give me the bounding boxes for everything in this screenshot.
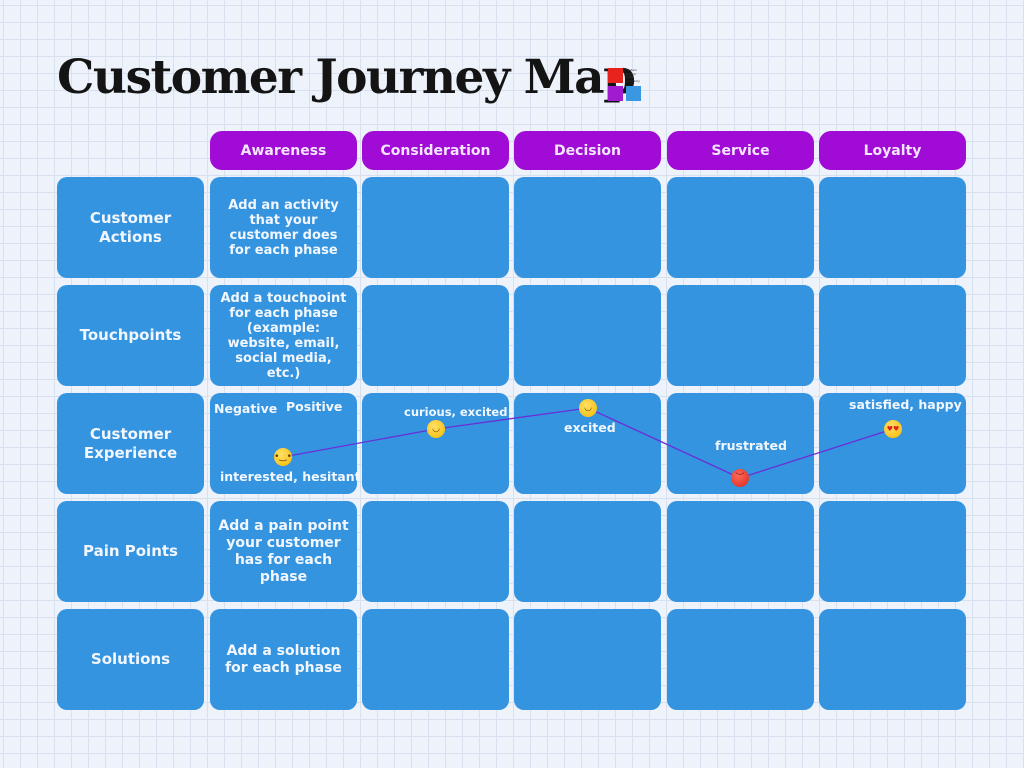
phase-header-decision[interactable]: Decision [514,131,661,170]
cell-actions-decision[interactable] [514,177,661,278]
emotion-label-awareness: interested, hesitant [220,469,361,484]
phase-header-awareness[interactable]: Awareness [210,131,357,170]
phase-header-service[interactable]: Service [667,131,814,170]
flushed-face-icon: •‿• [274,448,292,466]
logo-purple-square [608,86,623,101]
emotion-label-consideration: curious, excited [404,405,508,419]
cell-painpoints-consideration[interactable] [362,501,509,602]
row-label-customer-actions: Customer Actions [57,177,204,278]
cell-solutions-decision[interactable] [514,609,661,710]
cell-touchpoints-decision[interactable] [514,285,661,386]
emotion-label-loyalty: satisfied, happy [849,397,962,412]
cell-solutions-loyalty[interactable] [819,609,966,710]
row-label-touchpoints: Touchpoints [57,285,204,386]
heart-eyes-face-icon: ♥♥ [884,420,902,438]
phase-header-consideration[interactable]: Consideration [362,131,509,170]
brand-logo: Modern Digital Skills Academy [608,68,642,102]
cell-solutions-awareness[interactable]: Add a solution for each phase [210,609,357,710]
page-title: Customer Journey Map [57,50,636,105]
cell-actions-awareness[interactable]: Add an activity that your customer does … [210,177,357,278]
scale-label-negative: Negative [214,401,278,416]
cell-touchpoints-consideration[interactable] [362,285,509,386]
cell-painpoints-loyalty[interactable] [819,501,966,602]
cell-touchpoints-loyalty[interactable] [819,285,966,386]
cell-actions-consideration[interactable] [362,177,509,278]
angry-face-icon: ︶ [731,469,749,487]
happy-face-icon: ◡ [579,399,597,417]
emotion-label-decision: excited [564,420,616,435]
phase-header-loyalty[interactable]: Loyalty [819,131,966,170]
row-label-pain-points: Pain Points [57,501,204,602]
cell-actions-loyalty[interactable] [819,177,966,278]
cell-painpoints-decision[interactable] [514,501,661,602]
cell-solutions-consideration[interactable] [362,609,509,710]
scale-label-positive: Positive [286,399,343,414]
row-label-customer-experience: Customer Experience [57,393,204,494]
row-label-solutions: Solutions [57,609,204,710]
cell-solutions-service[interactable] [667,609,814,710]
cell-touchpoints-awareness[interactable]: Add a touchpoint for each phase (example… [210,285,357,386]
cell-actions-service[interactable] [667,177,814,278]
cell-painpoints-service[interactable] [667,501,814,602]
cell-painpoints-awareness[interactable]: Add a pain point your customer has for e… [210,501,357,602]
emotion-label-service: frustrated [715,438,787,453]
logo-text: Modern Digital Skills Academy [626,68,640,83]
cell-touchpoints-service[interactable] [667,285,814,386]
logo-red-square [608,68,623,83]
smiling-face-icon: ◡ [427,420,445,438]
logo-blue-square [626,86,641,101]
